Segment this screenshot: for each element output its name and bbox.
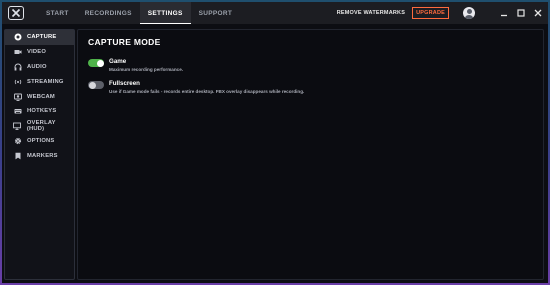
sidebar-item-label: WEBCAM	[27, 93, 55, 100]
fullscreen-mode-toggle[interactable]	[88, 81, 104, 89]
record-icon	[13, 33, 22, 42]
option-description: Maximum recording performance.	[109, 67, 184, 72]
sidebar-item-label: HOTKEYS	[27, 108, 57, 115]
remove-watermarks-link[interactable]: REMOVE WATERMARKS	[337, 10, 405, 16]
game-mode-toggle[interactable]	[88, 59, 104, 67]
broadcast-icon	[13, 77, 22, 86]
minimize-icon[interactable]	[497, 6, 511, 20]
sidebar-item-label: STREAMING	[27, 78, 64, 85]
sidebar-item-label: OPTIONS	[27, 137, 55, 144]
capture-settings-panel: CAPTURE MODE Game Maximum recording perf…	[77, 29, 544, 280]
sidebar-item-capture[interactable]: CAPTURE	[5, 30, 74, 45]
sidebar-item-label: OVERLAY (HUD)	[26, 120, 56, 133]
page-title: CAPTURE MODE	[88, 37, 161, 47]
nav-recordings[interactable]: RECORDINGS	[77, 2, 140, 24]
option-label: Fullscreen	[109, 80, 140, 87]
nav-start[interactable]: START	[38, 2, 77, 24]
sidebar-item-audio[interactable]: AUDIO	[5, 60, 74, 75]
sidebar-item-hotkeys[interactable]: HOTKEYS	[5, 104, 74, 119]
app-window: START RECORDINGS SETTINGS SUPPORT REMOVE…	[2, 2, 548, 283]
toggle-knob	[88, 81, 96, 89]
top-right-controls: REMOVE WATERMARKS UPGRADE	[337, 2, 548, 24]
sidebar-item-streaming[interactable]: STREAMING	[5, 74, 74, 89]
sidebar-item-label: AUDIO	[27, 63, 47, 70]
maximize-icon[interactable]	[514, 6, 528, 20]
sidebar-item-label: MARKERS	[27, 152, 58, 159]
option-label: Game	[109, 58, 127, 65]
sidebar-item-label: CAPTURE	[27, 34, 57, 41]
option-game: Game Maximum recording performance.	[88, 58, 183, 72]
video-camera-icon	[13, 48, 22, 57]
sidebar-item-label: VIDEO	[27, 49, 47, 56]
gear-icon	[13, 136, 22, 145]
app-logo-icon[interactable]	[8, 6, 24, 20]
keyboard-icon	[13, 107, 22, 116]
settings-sidebar: CAPTURE VIDEO AUDIO STREAMING WEBCAM HOT…	[4, 29, 75, 280]
sidebar-item-markers[interactable]: MARKERS	[5, 148, 74, 163]
main-nav: START RECORDINGS SETTINGS SUPPORT	[38, 2, 240, 24]
headphones-icon	[13, 62, 22, 71]
option-fullscreen: Fullscreen Use if Game mode fails - reco…	[88, 80, 304, 94]
upgrade-button[interactable]: UPGRADE	[412, 7, 449, 19]
nav-settings[interactable]: SETTINGS	[139, 2, 191, 24]
top-bar: START RECORDINGS SETTINGS SUPPORT REMOVE…	[2, 2, 548, 24]
nav-support[interactable]: SUPPORT	[191, 2, 241, 24]
monitor-icon	[13, 122, 22, 131]
webcam-icon	[13, 92, 22, 101]
close-icon[interactable]	[531, 6, 545, 20]
sidebar-item-video[interactable]: VIDEO	[5, 45, 74, 60]
toggle-knob	[96, 59, 104, 67]
avatar[interactable]	[463, 7, 475, 19]
sidebar-item-options[interactable]: OPTIONS	[5, 134, 74, 149]
bookmark-icon	[13, 151, 22, 160]
sidebar-item-webcam[interactable]: WEBCAM	[5, 89, 74, 104]
option-description: Use if Game mode fails - records entire …	[109, 89, 305, 94]
sidebar-item-overlay[interactable]: OVERLAY (HUD)	[5, 119, 74, 134]
